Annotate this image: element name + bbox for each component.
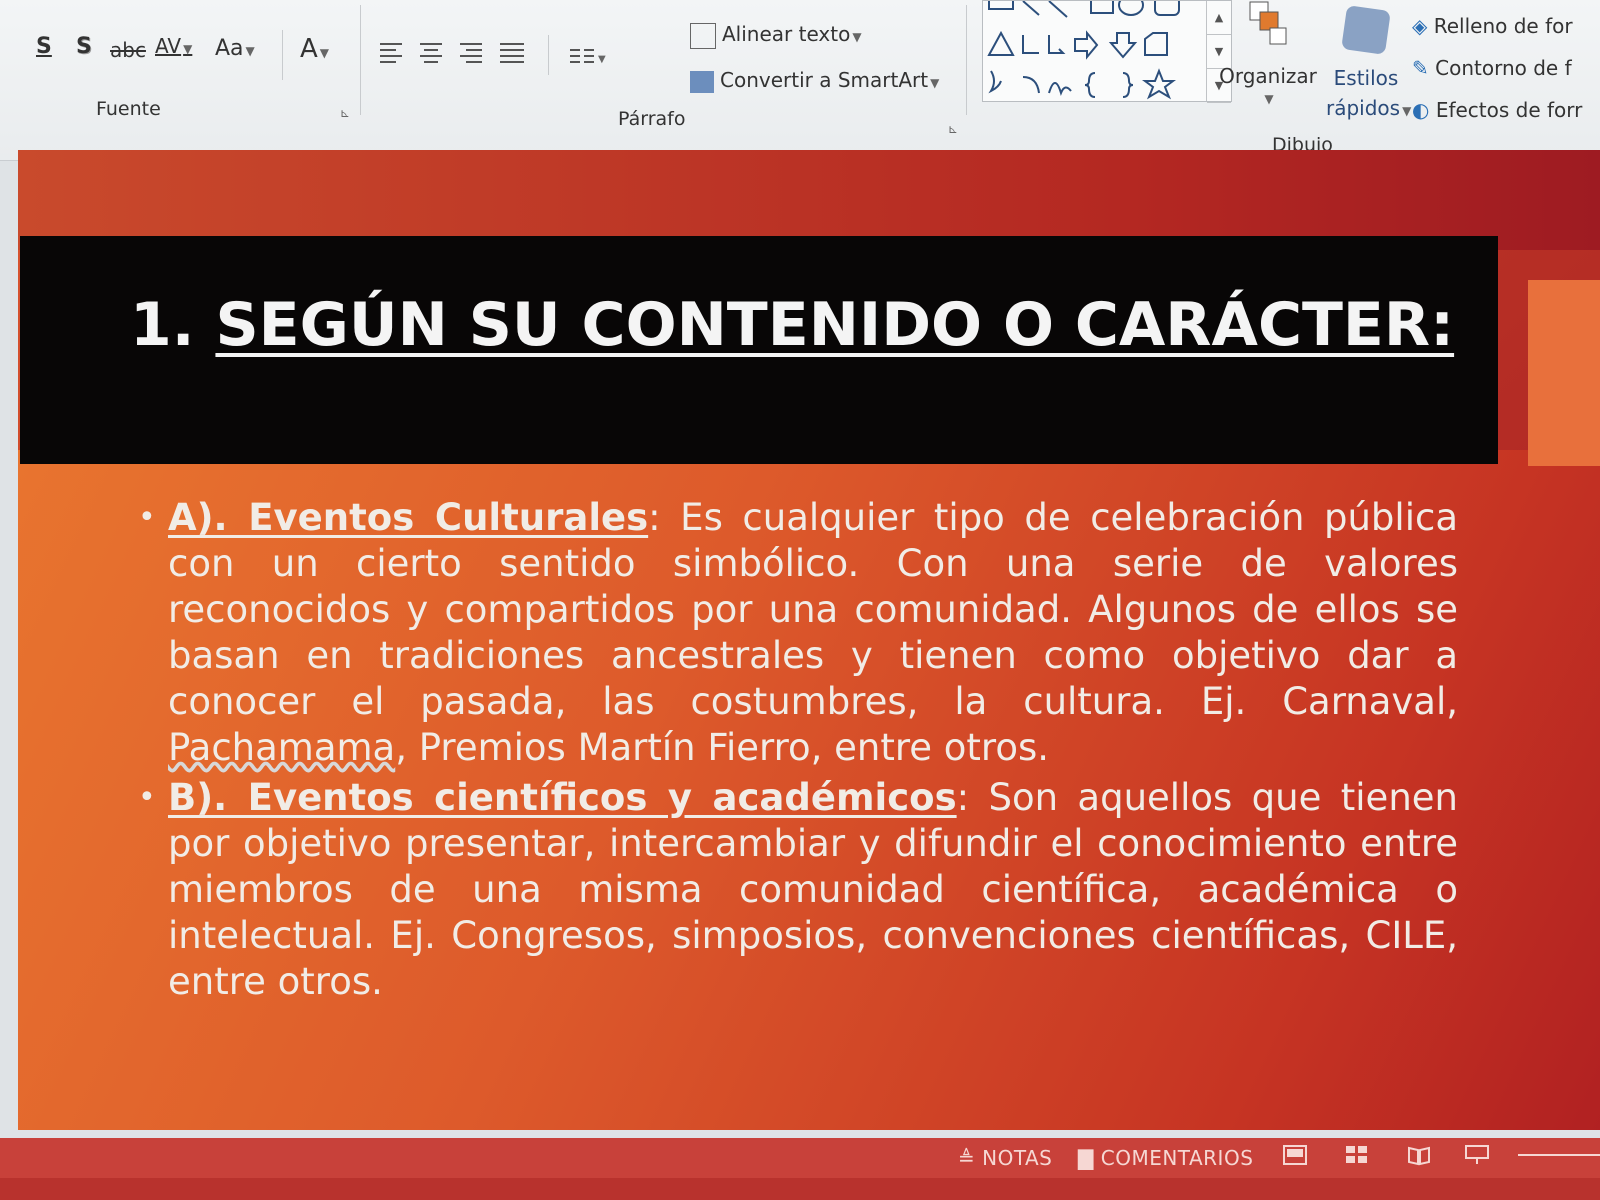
title-number: 1.	[130, 290, 195, 360]
separator	[282, 30, 283, 80]
align-center-icon	[420, 43, 442, 63]
underline-button[interactable]: S	[36, 34, 52, 59]
star-icon	[1142, 68, 1176, 100]
svg-text:▼: ▼	[598, 54, 606, 65]
shape-effects-label: Efectos de forr	[1435, 98, 1583, 122]
shapes-gallery[interactable]: ▲ ▼ ▼	[982, 0, 1232, 103]
slide-sorter-icon[interactable]	[1344, 1144, 1370, 1166]
accent-bar	[1528, 280, 1600, 466]
bullet-item-scientific: B). Eventos científicos y académicos: So…	[138, 775, 1458, 1005]
alignment-icons	[380, 43, 524, 63]
font-color-label: A	[300, 34, 318, 64]
title-text: SEGÚN SU CONTENIDO O CARÁCTER:	[215, 290, 1455, 360]
convert-smartart-button[interactable]: Convertir a SmartArt ▼	[690, 68, 939, 93]
triangle-icon	[987, 30, 1015, 56]
freeform-icon	[988, 70, 1002, 94]
dialog-launcher-icon[interactable]: ⊾	[340, 106, 350, 120]
shape-outline-label: Contorno de f	[1435, 56, 1572, 80]
shape-fill-button[interactable]: ◈ Relleno de for	[1412, 14, 1573, 38]
separator	[360, 5, 361, 115]
strikethrough-button[interactable]: abc	[110, 38, 146, 62]
left-brace-icon	[1084, 72, 1096, 98]
dialog-launcher-icon[interactable]: ⊾	[948, 122, 958, 136]
organize-label: Organizar	[1219, 64, 1317, 88]
shape-outline-button[interactable]: ✎ Contorno de f	[1412, 56, 1572, 80]
organize-button[interactable]: Organizar ▼	[1218, 0, 1318, 130]
notes-icon: ≜	[958, 1146, 976, 1170]
effects-icon: ◐	[1412, 98, 1430, 122]
slide-canvas[interactable]: 1. SEGÚN SU CONTENIDO O CARÁCTER: A). Ev…	[18, 150, 1600, 1130]
convert-smartart-label: Convertir a SmartArt	[720, 68, 929, 92]
character-spacing-button[interactable]: AV ▼	[155, 34, 192, 58]
bullet-heading: B). Eventos científicos y académicos	[168, 776, 957, 819]
elbow-connector-icon	[1022, 35, 1039, 54]
pencil-icon: ✎	[1412, 56, 1429, 80]
bullet-item-cultural: A). Eventos Culturales: Es cualquier tip…	[138, 495, 1458, 771]
shadow-button[interactable]: S	[76, 34, 92, 59]
normal-view-icon[interactable]	[1282, 1144, 1308, 1166]
curve-icon	[1048, 82, 1072, 97]
quick-styles-label-1: Estilos	[1333, 66, 1399, 90]
shape-effects-button[interactable]: ◐ Efectos de forr	[1412, 98, 1582, 122]
align-left-icon	[380, 43, 402, 63]
spellcheck-word: Pachamama	[168, 726, 396, 769]
align-right-icon	[460, 43, 482, 63]
character-spacing-label: AV	[155, 34, 182, 58]
shape-fill-label: Relleno de for	[1433, 14, 1573, 38]
shapes-icons	[987, 1, 1180, 100]
bullet-heading: A). Eventos Culturales	[168, 496, 649, 539]
paint-bucket-icon: ◈	[1412, 14, 1428, 38]
align-text-button[interactable]: Alinear texto ▼	[690, 22, 862, 49]
align-text-icon	[690, 22, 716, 49]
chevron-down-icon: ▼	[245, 44, 255, 58]
notes-label: NOTAS	[982, 1146, 1053, 1170]
bullet-tail: , Premios Martín Fierro, entre otros.	[395, 726, 1050, 769]
right-brace-icon	[1122, 72, 1134, 98]
down-arrow-icon	[1108, 32, 1138, 59]
group-label-fuente: Fuente	[96, 98, 161, 120]
chevron-down-icon: ▼	[183, 42, 193, 56]
comments-label: COMENTARIOS	[1100, 1146, 1254, 1170]
columns-icon[interactable]: ▼	[568, 46, 608, 70]
justify-icon	[500, 43, 524, 63]
slideshow-icon[interactable]	[1464, 1144, 1490, 1166]
font-color-button[interactable]: A ▼	[300, 34, 329, 64]
elbow-arrow-icon	[1048, 35, 1066, 54]
quick-styles-button[interactable]: Estilos rápidos ▼	[1326, 5, 1412, 138]
chevron-down-icon: ▼	[319, 46, 330, 60]
arrange-icon	[1249, 1, 1287, 45]
change-case-label: Aa	[215, 36, 244, 61]
zoom-slider[interactable]	[1518, 1154, 1600, 1156]
right-arrow-icon	[1074, 30, 1099, 60]
ribbon: S S abc AV ▼ Aa ▼ A ▼ Fuente ⊾ ▼ Alinear te…	[0, 0, 1600, 161]
slide-background-top	[18, 150, 1600, 250]
smartart-icon	[690, 70, 714, 93]
align-text-label: Alinear texto	[722, 22, 851, 46]
snip-rectangle-icon	[1144, 32, 1168, 56]
arc-icon	[1022, 76, 1040, 94]
status-bar: ≜ NOTAS ▇ COMENTARIOS	[0, 1138, 1600, 1200]
comments-button[interactable]: ▇ COMENTARIOS	[1078, 1146, 1253, 1170]
chevron-down-icon: ▼	[1264, 92, 1274, 106]
reading-view-icon[interactable]	[1406, 1144, 1432, 1166]
quick-styles-label-2: rápidos ▼	[1326, 96, 1412, 120]
slide-title[interactable]: 1. SEGÚN SU CONTENIDO O CARÁCTER:	[130, 290, 1454, 360]
separator	[548, 35, 549, 75]
chevron-down-icon: ▼	[1402, 104, 1412, 118]
separator	[966, 5, 967, 115]
quick-styles-icon	[1341, 5, 1391, 55]
chevron-down-icon: ▼	[852, 30, 862, 44]
group-label-parrafo: Párrafo	[618, 108, 686, 130]
bullet-list[interactable]: A). Eventos Culturales: Es cualquier tip…	[138, 495, 1458, 1009]
notes-button[interactable]: ≜ NOTAS	[958, 1146, 1052, 1170]
chevron-down-icon: ▼	[930, 76, 940, 90]
change-case-button[interactable]: Aa ▼	[215, 36, 255, 61]
comment-icon: ▇	[1078, 1146, 1094, 1170]
